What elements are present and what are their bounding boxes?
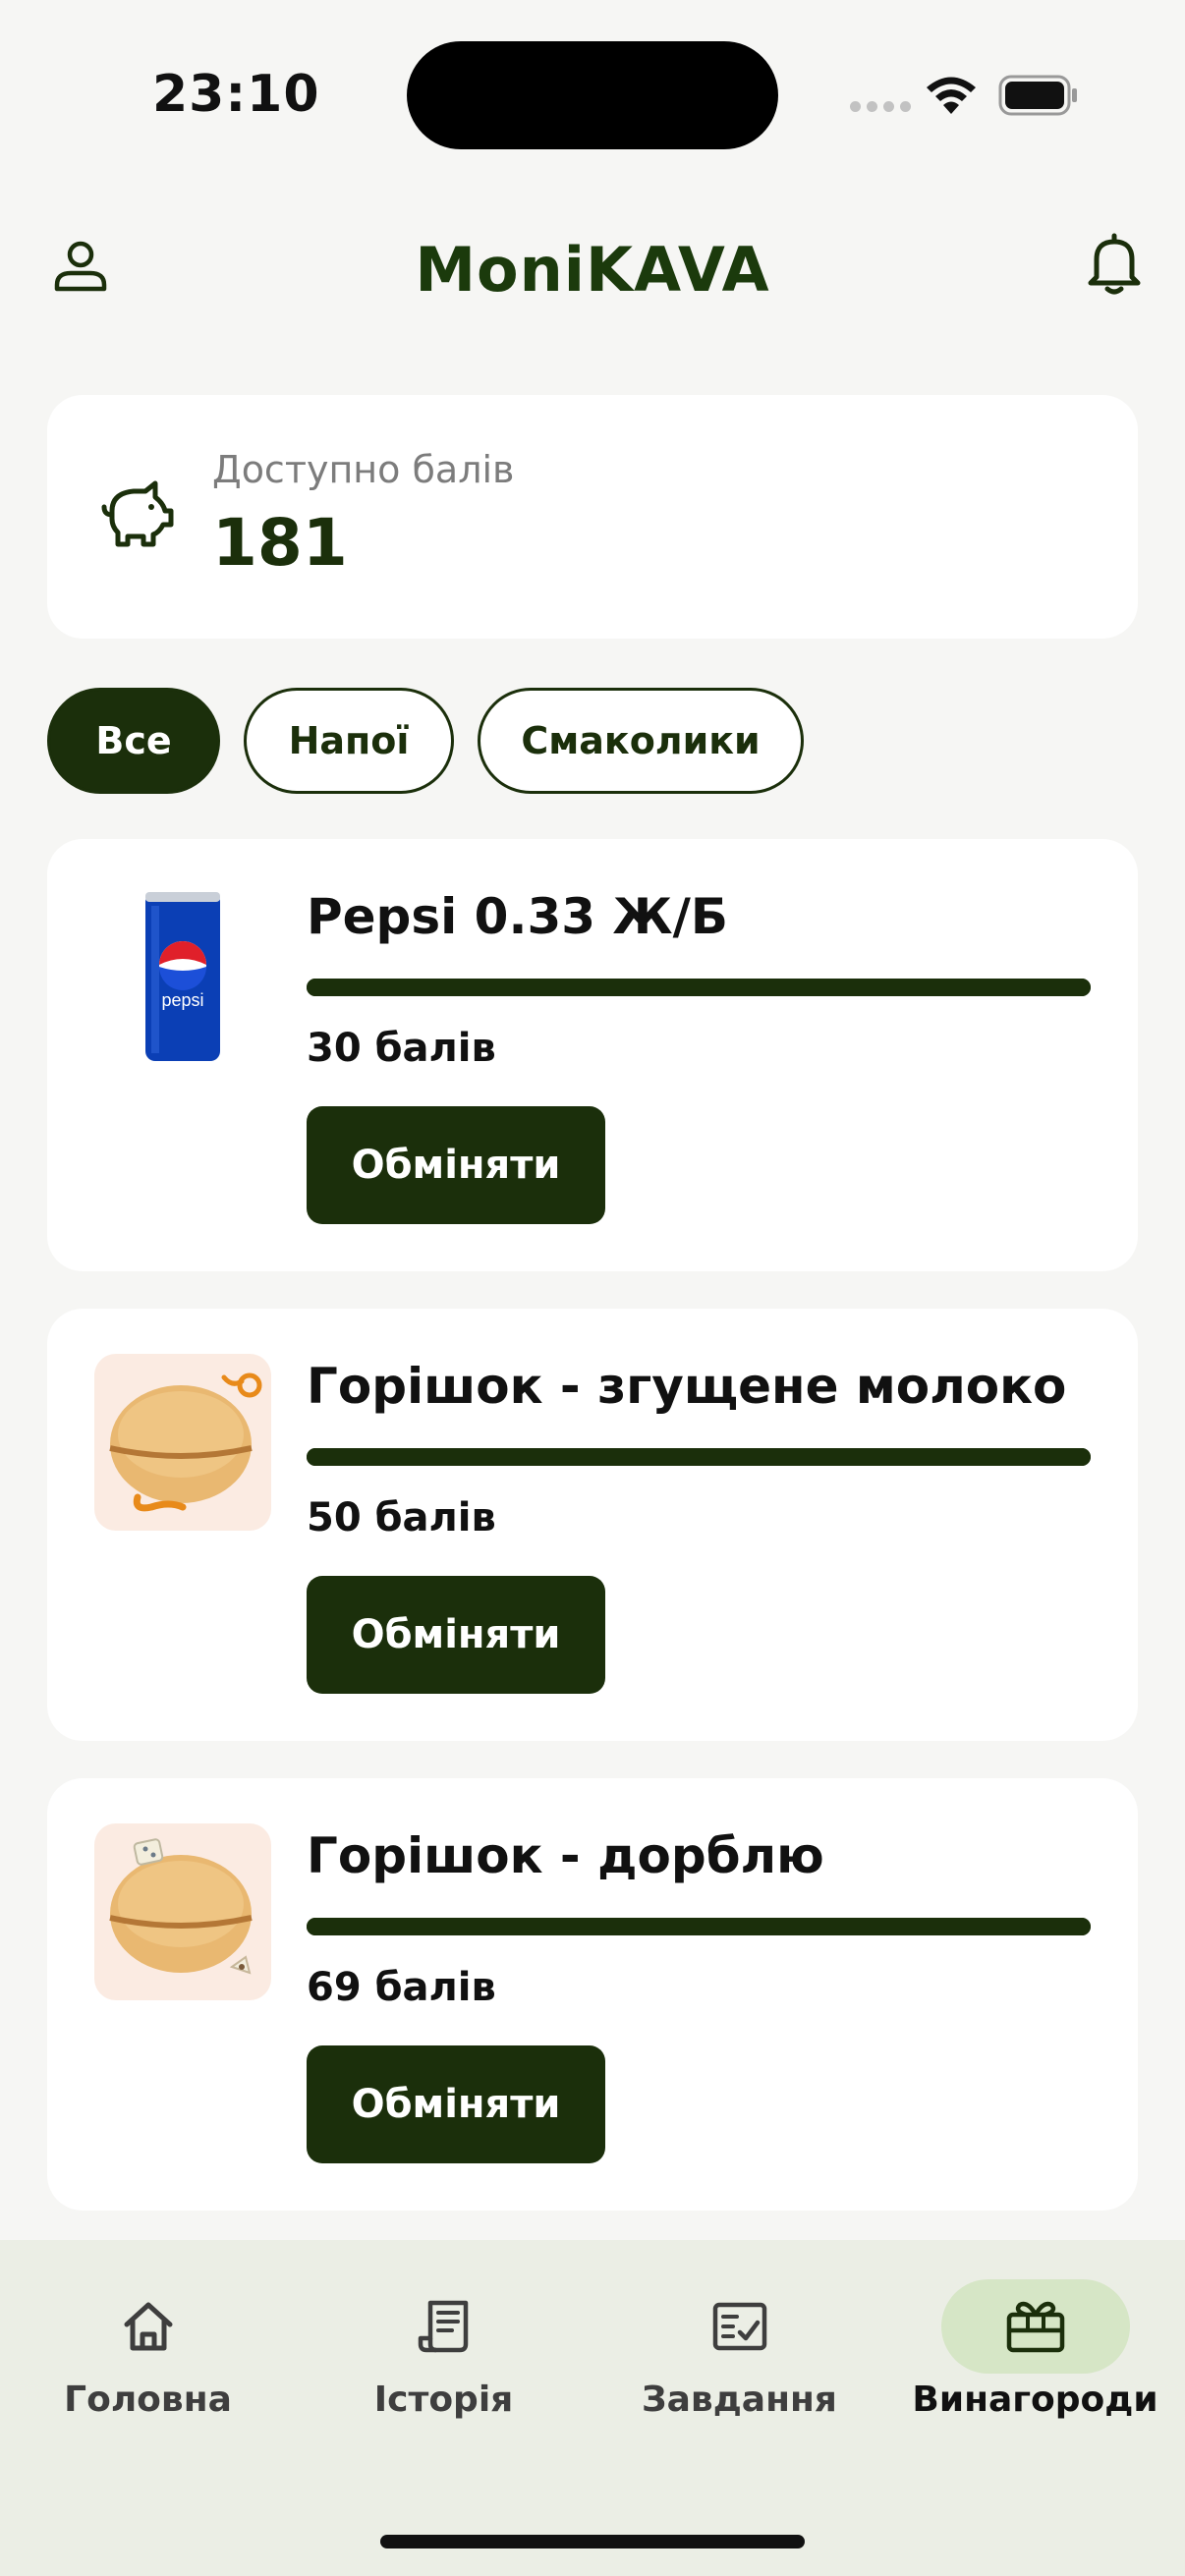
reward-card: pepsi Pepsi 0.33 Ж/Б 30 балів Обміняти: [47, 839, 1138, 1271]
nav-label: Завдання: [642, 2380, 837, 2420]
reward-cost: 69 балів: [307, 1965, 496, 2010]
battery-icon: [998, 75, 1077, 116]
receipt-icon: [418, 2300, 468, 2353]
nav-item-home[interactable]: Головна: [0, 2240, 296, 2436]
reward-progress-fill: [307, 1918, 1091, 1935]
reward-card: Горішок - дорблю 69 балів Обміняти: [47, 1778, 1138, 2211]
piggy-bank-icon: [101, 480, 174, 547]
gift-icon: [1006, 2301, 1064, 2353]
reward-progress-bar: [307, 979, 1091, 996]
wifi-icon: [927, 77, 976, 114]
status-time: 23:10: [152, 65, 320, 124]
filter-all[interactable]: Все: [47, 688, 220, 794]
filter-drinks[interactable]: Напої: [244, 688, 454, 794]
nav-label: Винагороди: [912, 2380, 1158, 2420]
reward-card: Горішок - згущене молоко 50 балів Обміня…: [47, 1309, 1138, 1741]
nav-label: Головна: [64, 2380, 232, 2420]
exchange-button[interactable]: Обміняти: [307, 1576, 605, 1694]
nav-item-history[interactable]: Історія: [296, 2240, 592, 2436]
nut-cookie-image: [94, 1823, 271, 2000]
reward-name: Pepsi 0.33 Ж/Б: [307, 888, 729, 945]
points-label: Доступно балів: [212, 448, 515, 491]
nut-cookie-image: [94, 1354, 271, 1531]
cellular-signal-icon: [850, 101, 911, 112]
home-indicator[interactable]: [380, 2535, 805, 2548]
reward-cost: 50 балів: [307, 1495, 496, 1540]
app-title: MoniKAVA: [415, 234, 770, 306]
bottom-navigation: Головна Історія Завдання Винагороди: [0, 2240, 1185, 2576]
status-bar: 23:10: [0, 0, 1185, 187]
exchange-button[interactable]: Обміняти: [307, 1106, 605, 1224]
nav-label: Історія: [373, 2380, 514, 2420]
points-value: 181: [212, 505, 348, 581]
points-card: Доступно балів 181: [47, 395, 1138, 639]
app-header: MoniKAVA: [0, 206, 1185, 324]
nav-item-tasks[interactable]: Завдання: [592, 2240, 887, 2436]
reward-progress-bar: [307, 1918, 1091, 1935]
reward-name: Горішок - згущене молоко: [307, 1358, 1067, 1415]
nav-item-rewards[interactable]: Винагороди: [887, 2240, 1183, 2436]
home-icon: [124, 2302, 172, 2351]
bell-icon[interactable]: [1083, 232, 1146, 297]
filter-snacks[interactable]: Смаколики: [478, 688, 804, 794]
reward-progress-fill: [307, 1448, 1091, 1466]
exchange-button[interactable]: Обміняти: [307, 2045, 605, 2163]
reward-name: Горішок - дорблю: [307, 1827, 824, 1884]
svg-text:pepsi: pepsi: [161, 990, 203, 1010]
dynamic-island: [407, 41, 778, 149]
category-filters: Все Напої Смаколики: [47, 688, 804, 794]
pepsi-can-image: pepsi: [94, 884, 271, 1061]
reward-progress-bar: [307, 1448, 1091, 1466]
reward-cost: 30 балів: [307, 1026, 496, 1071]
tasks-icon: [712, 2302, 766, 2351]
reward-progress-fill: [307, 979, 1091, 996]
